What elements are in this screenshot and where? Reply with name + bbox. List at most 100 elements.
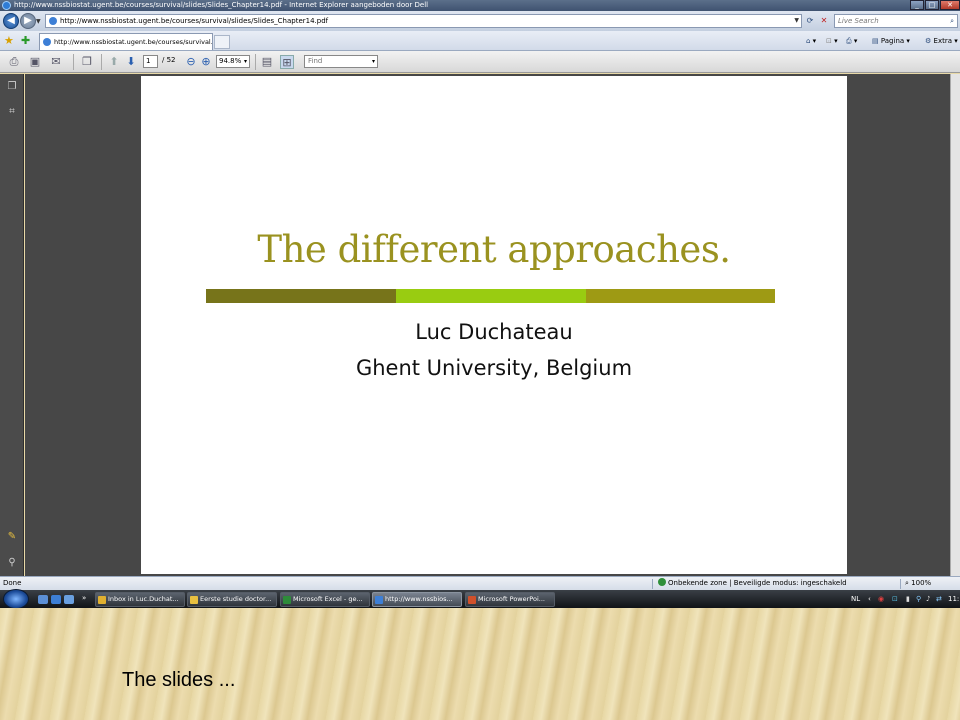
taskbar-item-label: Eerste studie doctor...	[200, 595, 272, 603]
taskbar: » Inbox in Luc.Duchat... Eerste studie d…	[0, 589, 960, 609]
sync-tray-icon[interactable]: ⇄	[936, 592, 942, 606]
title-underline-segment-3	[586, 289, 775, 303]
page-number-input[interactable]: 1	[143, 55, 158, 68]
new-tab-button[interactable]	[214, 35, 230, 49]
history-dropdown-icon[interactable]: ▼	[36, 18, 41, 25]
slide-affiliation: Ghent University, Belgium	[355, 356, 633, 380]
mail-icon	[98, 596, 106, 604]
browser-tab[interactable]: http://www.nssbiostat.ugent.be/courses/s…	[39, 33, 213, 50]
bookmarks-panel-icon[interactable]: ⌗	[5, 105, 19, 119]
pdf-toolbar: ⎙ ▣ ✉ ❐ ⬆ ⬇ 1 / 52 ⊖ ⊕ 94.8% ▾ ▤ ⊞ Find …	[0, 51, 960, 73]
status-divider	[900, 579, 901, 589]
status-divider	[652, 579, 653, 589]
print-icon[interactable]: ⎙ ▾	[846, 35, 857, 47]
search-input[interactable]: Live Search ⌕	[834, 14, 958, 28]
zoom-dropdown-icon[interactable]: ▾	[244, 56, 247, 67]
taskbar-item[interactable]: Eerste studie doctor...	[187, 592, 277, 607]
caption-text: The slides ...	[122, 669, 236, 691]
refresh-icon[interactable]: ⟳	[804, 15, 816, 27]
add-favorite-icon[interactable]: ✚	[21, 34, 30, 47]
taskbar-item[interactable]: Microsoft PowerPoi...	[465, 592, 555, 607]
previous-page-icon[interactable]: ⬆	[107, 55, 121, 69]
wireless-tray-icon[interactable]: ⚲	[916, 592, 921, 606]
back-button[interactable]: ◀	[3, 13, 19, 29]
stop-icon[interactable]: ✕	[818, 15, 830, 27]
show-desktop-icon[interactable]	[38, 595, 48, 604]
folder-icon	[190, 596, 198, 604]
title-underline-segment-1	[206, 289, 396, 303]
address-dropdown-icon[interactable]: ▼	[794, 15, 799, 27]
comments-panel-icon[interactable]: ✎	[5, 530, 19, 544]
home-icon[interactable]: ⌂ ▾	[806, 35, 816, 47]
status-zoom-value: 100%	[911, 579, 932, 587]
fit-page-icon[interactable]: ⊞	[280, 55, 294, 69]
powerpoint-icon	[468, 596, 476, 604]
zoom-out-icon[interactable]: ⊖	[184, 55, 198, 69]
maximize-button[interactable]: □	[925, 0, 939, 10]
find-input[interactable]: Find ▾	[304, 55, 378, 68]
page-menu-label: Pagina	[880, 37, 905, 45]
internet-explorer-icon	[375, 596, 383, 604]
status-bar: Done Onbekende zone | Beveiligde modus: …	[0, 576, 960, 590]
forward-button[interactable]: ▶	[20, 13, 36, 29]
taskbar-item[interactable]: http://www.nssbios...	[372, 592, 462, 607]
fit-width-icon[interactable]: ▤	[260, 55, 274, 69]
save-icon[interactable]: ▣	[28, 55, 42, 69]
slide-author: Luc Duchateau	[415, 320, 573, 344]
taskbar-item-label: Microsoft Excel - ge...	[293, 595, 363, 603]
taskbar-item[interactable]: Microsoft Excel - ge...	[280, 592, 370, 607]
taskbar-item-label: http://www.nssbios...	[385, 595, 453, 603]
taskbar-item-label: Microsoft PowerPoi...	[478, 595, 545, 603]
toolbar-divider	[101, 54, 102, 70]
globe-icon	[658, 578, 666, 586]
find-placeholder: Find	[308, 57, 323, 65]
minimize-button[interactable]: _	[910, 0, 924, 10]
zoom-value: 94.8%	[219, 57, 242, 65]
window-controls: _ □ ✕	[909, 0, 960, 11]
print-icon[interactable]: ⎙	[7, 55, 21, 69]
address-field[interactable]: http://www.nssbiostat.ugent.be/courses/s…	[45, 14, 802, 28]
network-tray-icon[interactable]: ⊡	[892, 592, 898, 606]
pages-icon[interactable]: ❐	[80, 55, 94, 69]
email-icon[interactable]: ✉	[49, 55, 63, 69]
switch-windows-icon[interactable]	[64, 595, 74, 604]
language-indicator[interactable]: NL	[851, 592, 860, 606]
find-dropdown-icon[interactable]: ▾	[372, 56, 375, 67]
clock[interactable]: 11:1	[948, 592, 960, 606]
navigation-panel: ❐ ⌗ ✎ ⚲	[0, 74, 24, 576]
power-tray-icon[interactable]: ▮	[906, 592, 910, 606]
favorites-star-icon[interactable]: ★	[4, 34, 14, 47]
more-quicklaunch-icon[interactable]: »	[82, 591, 86, 605]
toolbar-divider	[73, 54, 74, 70]
status-zoom[interactable]: ⌕ 100%	[905, 577, 931, 590]
pages-panel-icon[interactable]: ❐	[5, 80, 19, 94]
taskbar-item[interactable]: Inbox in Luc.Duchat...	[95, 592, 185, 607]
excel-icon	[283, 596, 291, 604]
zoom-level-icon: ⌕	[905, 579, 909, 587]
close-window-button[interactable]: ✕	[940, 0, 960, 10]
attachments-panel-icon[interactable]: ⚲	[5, 556, 19, 570]
window-titlebar: http://www.nssbiostat.ugent.be/courses/s…	[0, 0, 960, 11]
security-zone[interactable]: Onbekende zone | Beveiligde modus: inges…	[658, 577, 847, 590]
page-menu[interactable]: ▤ Pagina ▾	[872, 35, 910, 47]
zoom-in-icon[interactable]: ⊕	[199, 55, 213, 69]
vertical-scrollbar[interactable]	[950, 74, 960, 576]
status-text: Done	[3, 579, 22, 587]
security-zone-text: Onbekende zone | Beveiligde modus: inges…	[668, 579, 847, 587]
zoom-select[interactable]: 94.8% ▾	[216, 55, 250, 68]
search-icon[interactable]: ⌕	[950, 15, 954, 27]
antivirus-tray-icon[interactable]: ◉	[878, 592, 884, 606]
tray-expand-icon[interactable]: ‹	[868, 592, 871, 606]
search-placeholder: Live Search	[838, 17, 879, 25]
next-page-icon[interactable]: ⬇	[124, 55, 138, 69]
tab-label: http://www.nssbiostat.ugent.be/courses/s…	[54, 38, 213, 46]
volume-tray-icon[interactable]: ♪	[926, 592, 930, 606]
address-row: ◀ ▶ ▼ http://www.nssbiostat.ugent.be/cou…	[0, 11, 960, 31]
slide-background-texture	[0, 608, 960, 720]
tools-menu-label: Extra	[933, 37, 952, 45]
tools-menu[interactable]: ⚙ Extra ▾	[925, 35, 958, 47]
start-button[interactable]	[3, 589, 29, 609]
toolbar-divider	[255, 54, 256, 70]
ie-quicklaunch-icon[interactable]	[51, 595, 61, 604]
feeds-icon[interactable]: ⊡ ▾	[826, 35, 838, 47]
